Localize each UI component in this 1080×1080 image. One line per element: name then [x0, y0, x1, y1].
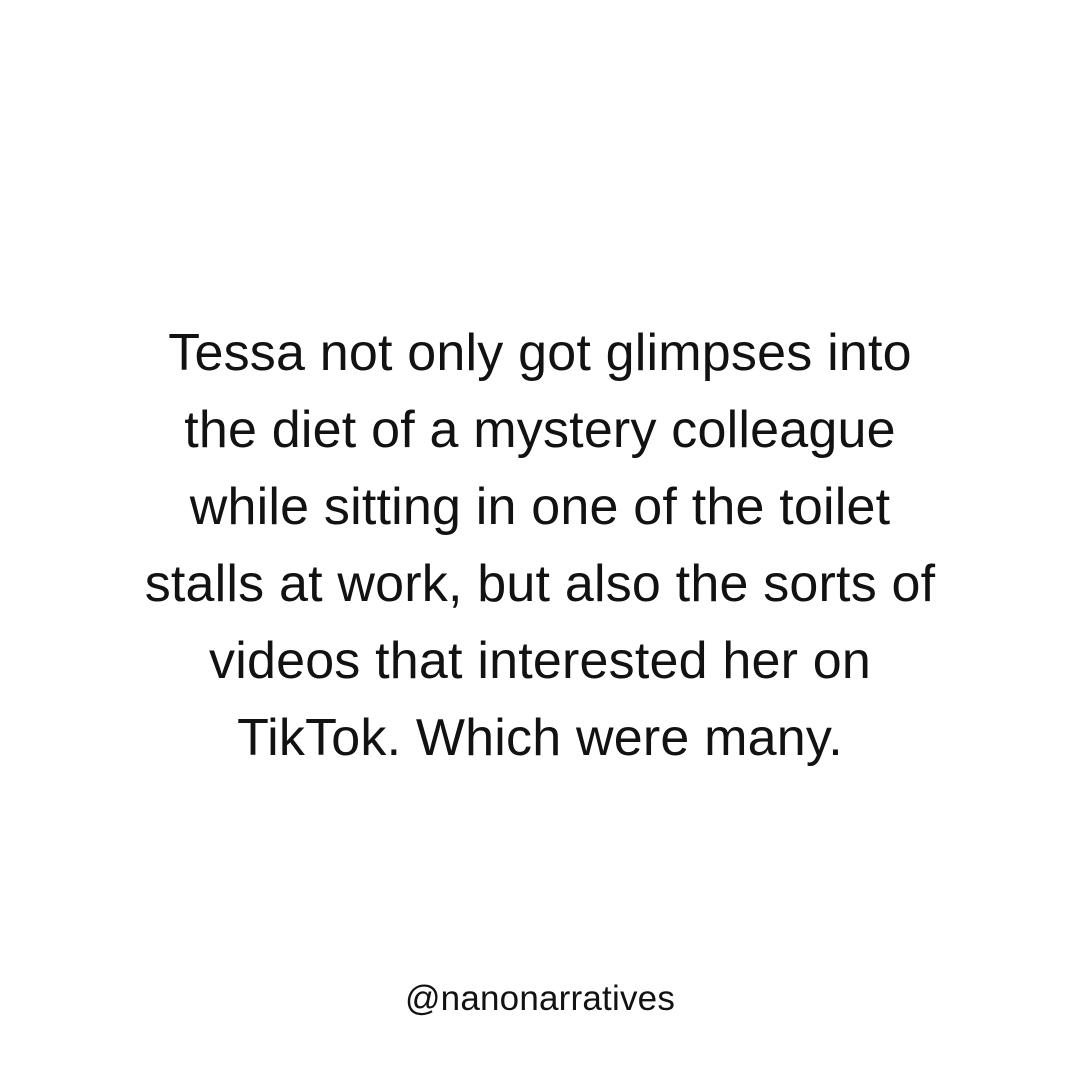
author-handle: @nanonarratives [404, 979, 676, 1018]
story-line-1: Tessa not only got glimpses into [168, 324, 912, 382]
post-card: Tessa not only got glimpses into the die… [0, 0, 1080, 1080]
story-line-3: while sitting in one of the toilet [189, 478, 891, 536]
story-text: Tessa not only got glimpses into the die… [90, 315, 990, 777]
story-line-4: stalls at work, but also the sorts of [144, 555, 936, 613]
story-line-2: the diet of a mystery colleague [184, 401, 896, 459]
story-line-5: videos that interested her on [209, 632, 871, 690]
story-line-6: TikTok. Which were many. [237, 709, 843, 767]
